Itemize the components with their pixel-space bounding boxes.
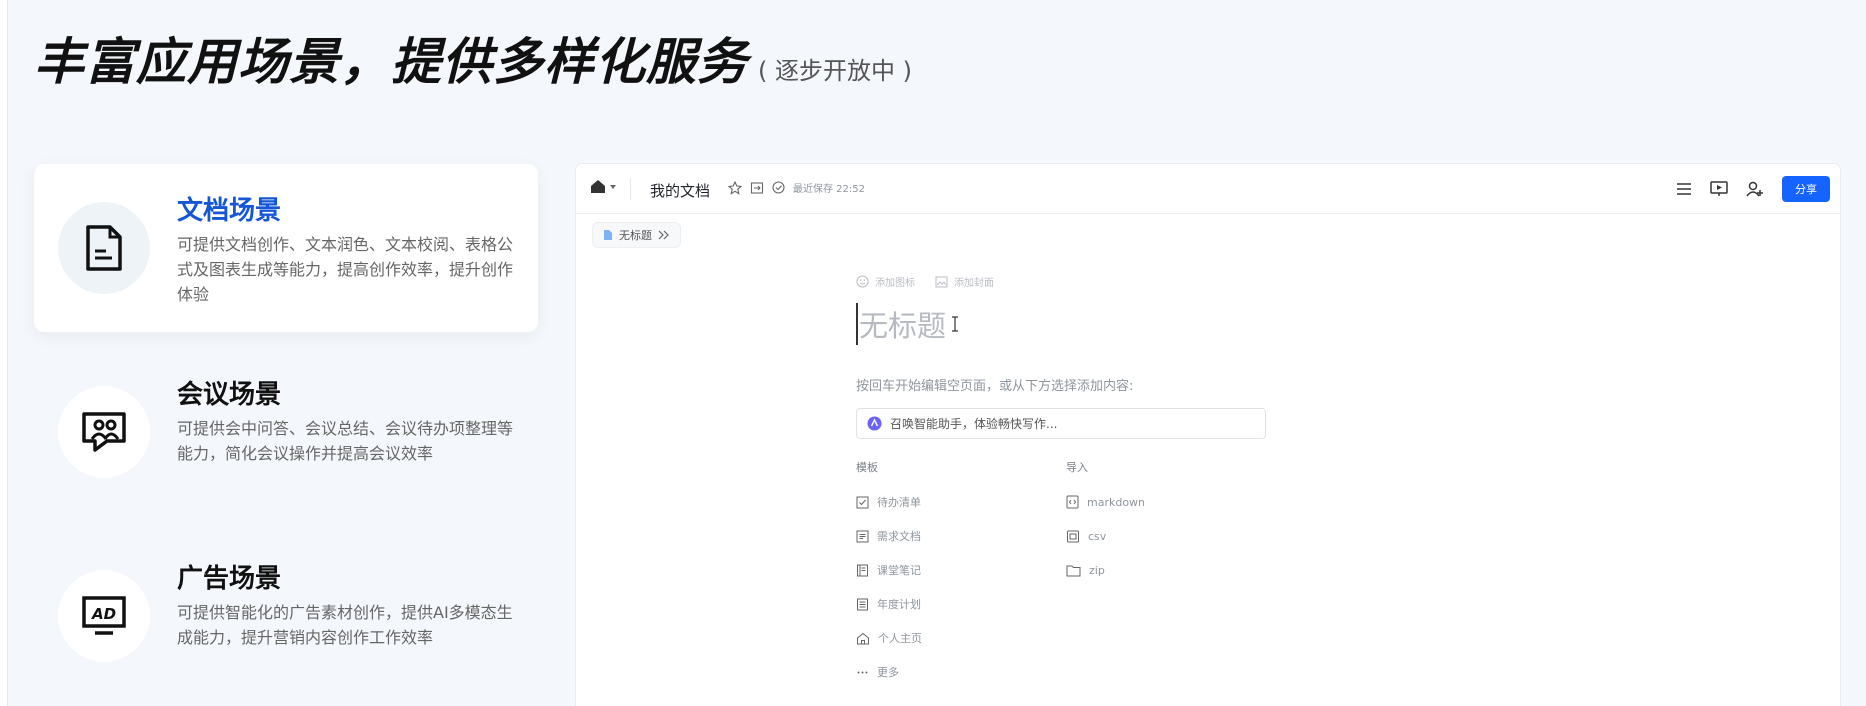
template-item[interactable]: 课堂笔记 (856, 553, 1066, 587)
import-label: csv (1088, 529, 1107, 543)
homepage-icon (857, 632, 869, 644)
image-icon (935, 276, 948, 287)
more-dots-icon (857, 671, 868, 673)
scene-title: 会议场景 (177, 380, 282, 410)
editor-body: 添加图标 添加封面 无标题 按回车开始编辑空页面，或从下方选择添加内容: 召唤智 (856, 274, 1276, 689)
saved-check-icon (772, 181, 785, 194)
doc-name[interactable]: 我的文档 (650, 180, 710, 201)
template-label: 更多 (877, 666, 899, 679)
scene-card-ad[interactable]: AD 广告场景 可提供智能化的广告素材创作，提供AI多模态生成能力，提升营销内容… (34, 532, 538, 700)
ai-assistant-input[interactable]: 召唤智能助手，体验畅快写作... (856, 408, 1266, 439)
scene-desc: 可提供文档创作、文本润色、文本校阅、表格公式及图表生成等能力，提高创作效率，提升… (177, 235, 514, 304)
save-status: 最近保存 22:52 (793, 184, 865, 195)
notebook-icon (857, 564, 868, 576)
scene-desc: 可提供智能化的广告素材创作，提供AI多模态生成能力，提升营销内容创作工作效率 (177, 603, 513, 647)
empty-page-hint: 按回车开始编辑空页面，或从下方选择添加内容: (856, 379, 1134, 394)
move-to-icon[interactable] (750, 181, 764, 195)
templates-title: 模板 (856, 461, 878, 474)
import-label: markdown (1087, 495, 1146, 509)
template-more[interactable]: 更多 (856, 655, 1066, 689)
doc-title-input[interactable]: 无标题 (856, 303, 960, 345)
add-collaborator-icon[interactable] (1746, 181, 1764, 197)
import-title: 导入 (1066, 461, 1088, 474)
smile-icon (856, 275, 869, 288)
document-icon (58, 202, 150, 294)
present-icon[interactable] (1710, 181, 1728, 197)
headline-main: 丰富应用场景，提供多样化服务 (34, 33, 748, 91)
scene-card-document[interactable]: 文档场景 可提供文档创作、文本润色、文本校阅、表格公式及图表生成等能力，提高创作… (34, 164, 538, 332)
text-cursor-icon (952, 316, 959, 332)
template-item[interactable]: 需求文档 (856, 519, 1066, 553)
add-icon-button[interactable]: 添加图标 (856, 274, 915, 289)
checkbox-icon (856, 496, 869, 508)
meeting-icon (58, 386, 150, 478)
ai-assistant-prompt: 召唤智能助手，体验畅快写作... (890, 417, 1058, 431)
import-item[interactable]: csv (1066, 519, 1276, 553)
toolbar-divider (630, 178, 631, 200)
csv-file-icon (1067, 530, 1079, 542)
template-label: 年度计划 (877, 598, 921, 611)
breadcrumb[interactable]: 无标题 (592, 222, 681, 248)
template-label: 待办清单 (877, 496, 921, 509)
breadcrumb-label: 无标题 (619, 229, 652, 242)
template-item[interactable]: 待办清单 (856, 485, 1066, 519)
double-chevron-right-icon[interactable] (658, 230, 670, 240)
template-list: 模板 待办清单 需求文档 课堂笔记 年度计划 个人主页 更多 (856, 459, 1066, 689)
ai-assistant-icon (867, 416, 882, 431)
star-icon[interactable] (728, 180, 742, 195)
home-menu[interactable] (590, 179, 616, 194)
outline-menu-icon[interactable] (1676, 182, 1692, 196)
home-icon (591, 180, 605, 193)
annual-plan-icon (857, 598, 868, 610)
import-list: 导入 markdown csv zip (1066, 459, 1276, 689)
scene-title: 文档场景 (177, 196, 282, 226)
template-item[interactable]: 个人主页 (856, 621, 1066, 655)
doc-editor-window: 我的文档 最近保存 22:52 分享 无标题 添加图标 添加封面 无标题 按回车… (576, 164, 1840, 706)
add-icon-label: 添加图标 (875, 278, 915, 289)
scene-desc: 可提供会中问答、会议总结、会议待办项整理等能力，简化会议操作并提高会议效率 (177, 419, 514, 463)
import-item[interactable]: zip (1066, 553, 1276, 587)
template-label: 个人主页 (878, 632, 922, 645)
markdown-file-icon (1066, 495, 1079, 509)
scene-title: 广告场景 (177, 564, 282, 594)
add-cover-label: 添加封面 (954, 278, 994, 289)
ad-monitor-icon: AD (58, 570, 150, 662)
import-item[interactable]: markdown (1066, 485, 1276, 519)
folder-icon (1066, 565, 1081, 576)
chevron-down-icon (610, 184, 616, 189)
spec-doc-icon (856, 530, 869, 542)
editor-toolbar: 我的文档 最近保存 22:52 分享 (576, 164, 1840, 214)
doc-title-placeholder: 无标题 (859, 309, 947, 343)
svg-text:AD: AD (91, 605, 116, 623)
import-label: zip (1089, 563, 1105, 577)
add-cover-button[interactable]: 添加封面 (935, 274, 994, 289)
template-label: 需求文档 (877, 530, 921, 543)
page-headline: 丰富应用场景，提供多样化服务 ( 逐步开放中 ) (34, 22, 912, 94)
template-label: 课堂笔记 (877, 564, 921, 577)
template-item[interactable]: 年度计划 (856, 587, 1066, 621)
share-button[interactable]: 分享 (1782, 176, 1830, 202)
file-icon (604, 230, 612, 240)
headline-sub: ( 逐步开放中 ) (758, 57, 912, 85)
scene-card-meeting[interactable]: 会议场景 可提供会中问答、会议总结、会议待办项整理等能力，简化会议操作并提高会议… (34, 348, 538, 516)
left-edge-strip (0, 0, 8, 706)
